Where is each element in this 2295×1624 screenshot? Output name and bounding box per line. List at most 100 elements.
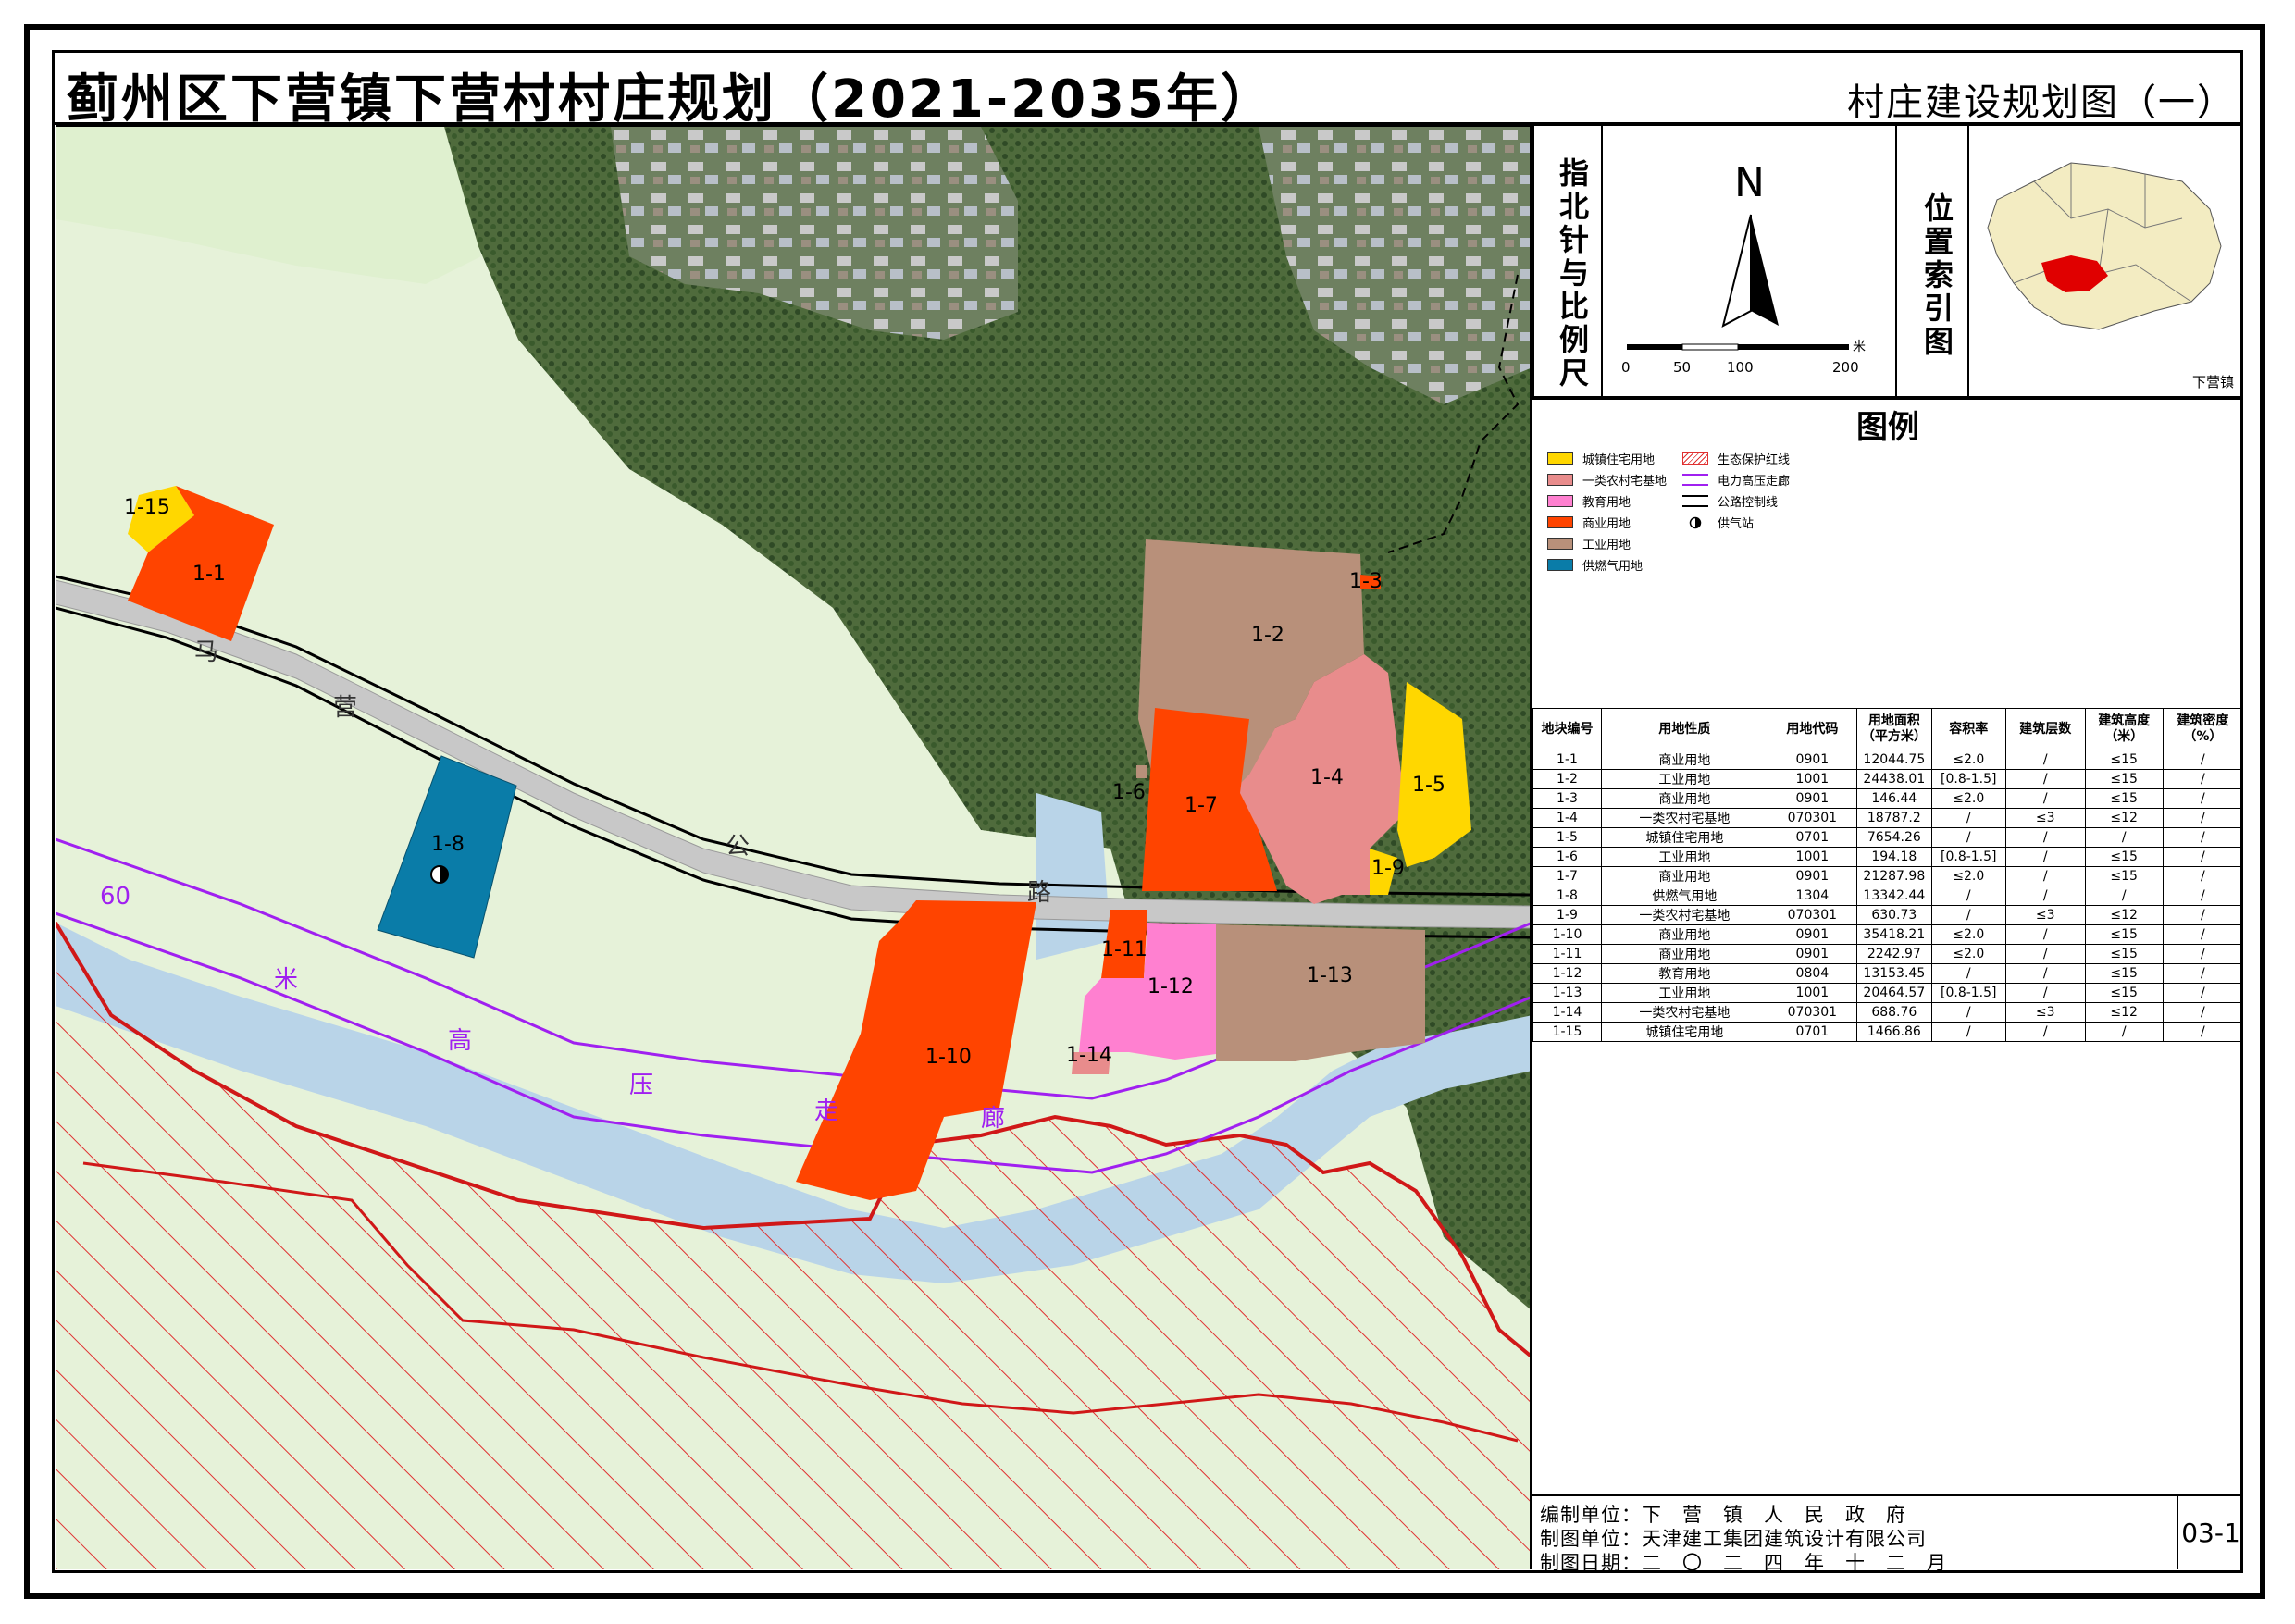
- road-char-1: 马: [194, 638, 218, 666]
- table-cell: /: [2084, 1022, 2164, 1042]
- table-cell: 0901: [1767, 788, 1857, 809]
- locator-section-label: 位置索引图: [1919, 192, 1954, 359]
- table-cell: /: [1930, 886, 2006, 906]
- table-cell: 0901: [1767, 750, 1857, 770]
- table-cell: 12044.75: [1855, 750, 1932, 770]
- table-cell: /: [2004, 944, 2086, 964]
- table-cell: 0901: [1767, 866, 1857, 886]
- table-cell: /: [2004, 788, 2086, 809]
- parcel-table: 地块编号 用地性质 用地代码 用地面积（平方米） 容积率 建筑层数 建筑高度（米…: [1532, 708, 2244, 1042]
- corridor-char-4: 走: [814, 1097, 838, 1125]
- swatch-town-residential: [1547, 452, 1573, 465]
- table-cell: 24438.01: [1855, 769, 1932, 789]
- table-cell: 商业用地: [1600, 944, 1768, 964]
- th-land-use: 用地性质: [1600, 708, 1768, 750]
- swatch-industrial: [1547, 538, 1573, 550]
- table-cell: /: [2004, 983, 2086, 1003]
- table-cell: ≤12: [2084, 905, 2164, 925]
- table-row: 1-3 商业用地 0901 146.44 ≤2.0/≤15/: [1532, 788, 2244, 809]
- table-cell: ≤2.0: [1930, 750, 2006, 770]
- table-cell: 070301: [1767, 808, 1857, 828]
- table-cell: 35418.21: [1855, 924, 1932, 945]
- table-cell: 20464.57: [1855, 983, 1932, 1003]
- table-cell: ≤15: [2084, 866, 2164, 886]
- table-cell: ≤2.0: [1930, 944, 2006, 964]
- table-cell: 一类农村宅基地: [1600, 1002, 1768, 1023]
- swatch-commercial: [1547, 516, 1573, 528]
- table-row: 1-13 工业用地 1001 20464.57 [0.8-1.5] / ≤15/: [1532, 983, 2244, 1003]
- parcel-1-6[interactable]: [1136, 765, 1148, 778]
- table-cell: 146.44: [1855, 788, 1932, 809]
- legend-label-education: 教育用地: [1582, 496, 1631, 510]
- legend-label-hv-corridor: 电力高压走廊: [1718, 475, 1791, 489]
- table-cell: 0901: [1767, 924, 1857, 945]
- table-row: 1-4 一类农村宅基地 070301 18787.2/≤3 ≤12/: [1532, 808, 2244, 828]
- table-cell: 一类农村宅基地: [1600, 808, 1768, 828]
- table-cell: 教育用地: [1600, 963, 1768, 984]
- table-cell: ≤12: [2084, 808, 2164, 828]
- table-cell: 18787.2: [1855, 808, 1932, 828]
- table-cell: /: [2084, 827, 2164, 848]
- table-cell: 1-15: [1532, 1022, 1602, 1042]
- label-1-5: 1-5: [1412, 774, 1445, 797]
- swatch-eco-redline: [1682, 452, 1708, 465]
- table-cell: 1304: [1767, 886, 1857, 906]
- road-char-3: 公: [726, 833, 750, 861]
- corridor-char-2: 高: [448, 1027, 472, 1055]
- swatch-education: [1547, 495, 1573, 507]
- table-cell: ≤15: [2084, 944, 2164, 964]
- table-cell: /: [2004, 866, 2086, 886]
- credits-block: 编制单位：下 营 镇 人 民 政 府 制图单位：天津建工集团建筑设计有限公司 制…: [1532, 1494, 2243, 1574]
- table-cell: 供燃气用地: [1600, 886, 1768, 906]
- parcel-1-13[interactable]: [1216, 924, 1425, 1061]
- label-1-1: 1-1: [192, 563, 226, 586]
- table-cell: [0.8-1.5]: [1930, 983, 2006, 1003]
- th-height: 建筑高度（米）: [2084, 708, 2164, 750]
- table-row: 1-12 教育用地 0804 13153.45// ≤15/: [1532, 963, 2244, 984]
- locator-map-icon: [1987, 162, 2222, 330]
- legend-item-gas-supply: 供燃气用地: [1547, 556, 1643, 574]
- table-cell: /: [1930, 827, 2006, 848]
- table-cell: ≤15: [2084, 924, 2164, 945]
- table-cell: 1-10: [1532, 924, 1602, 945]
- table-cell: /: [2004, 963, 2086, 984]
- table-cell: [0.8-1.5]: [1930, 847, 2006, 867]
- table-cell: 1-14: [1532, 1002, 1602, 1023]
- label-1-14: 1-14: [1066, 1044, 1112, 1067]
- table-cell: 1-2: [1532, 769, 1602, 789]
- corridor-width: 60: [100, 883, 130, 911]
- th-area: 用地面积（平方米）: [1855, 708, 1932, 750]
- table-cell: 13153.45: [1855, 963, 1932, 984]
- table-cell: 商业用地: [1600, 866, 1768, 886]
- label-1-2: 1-2: [1251, 624, 1284, 647]
- th-far: 容积率: [1930, 708, 2006, 750]
- scale-tick-0: 0: [1621, 359, 1631, 376]
- table-cell: 1-8: [1532, 886, 1602, 906]
- legend-label-gas-supply: 供燃气用地: [1582, 560, 1644, 574]
- map-canvas[interactable]: 1-15 1-1 1-2 1-3 1-4 1-5 1-6 1-7 1-8 1-9…: [56, 124, 1532, 1569]
- table-cell: 688.76: [1855, 1002, 1932, 1023]
- table-cell: ≤15: [2084, 750, 2164, 770]
- label-1-7: 1-7: [1185, 794, 1218, 817]
- road-char-2: 营: [333, 694, 357, 722]
- road-char-4: 路: [1027, 879, 1051, 907]
- legend-label-commercial: 商业用地: [1582, 517, 1631, 531]
- gas-station-icon: [1682, 516, 1708, 528]
- legend-divider: [1532, 398, 2243, 400]
- swatch-road-control: [1682, 495, 1708, 507]
- legend-item-town-residential: 城镇住宅用地: [1547, 450, 1655, 467]
- table-cell: ≤15: [2084, 847, 2164, 867]
- table-cell: /: [2162, 866, 2244, 886]
- table-cell: ≤3: [2004, 1002, 2086, 1023]
- table-cell: /: [2004, 750, 2086, 770]
- table-row: 1-14 一类农村宅基地 070301 688.76/≤3 ≤12/: [1532, 1002, 2244, 1023]
- table-cell: /: [2004, 769, 2086, 789]
- table-row: 1-9 一类农村宅基地 070301 630.73/≤3 ≤12/: [1532, 905, 2244, 925]
- label-1-11: 1-11: [1101, 938, 1148, 961]
- table-cell: 1-7: [1532, 866, 1602, 886]
- table-cell: /: [2162, 827, 2244, 848]
- table-cell: 1-9: [1532, 905, 1602, 925]
- table-row: 1-11 商业用地 0901 2242.97 ≤2.0/≤15/: [1532, 944, 2244, 964]
- legend-label-gas-station: 供气站: [1718, 517, 1755, 531]
- table-cell: 工业用地: [1600, 769, 1768, 789]
